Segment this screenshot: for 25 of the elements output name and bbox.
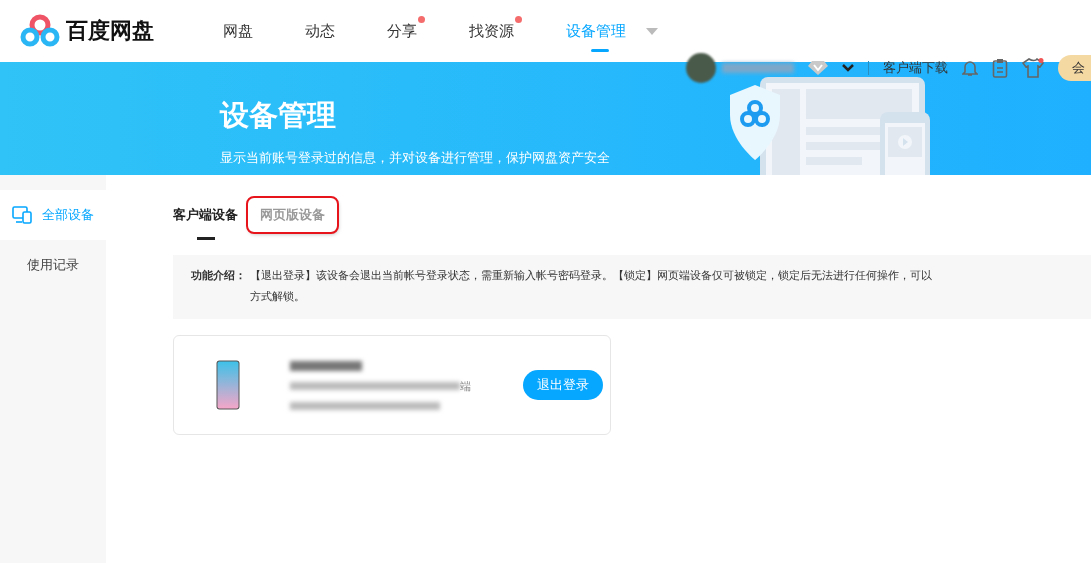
app-name: 百度网盘 (66, 17, 154, 45)
nav-tab[interactable]: 网盘 (223, 0, 261, 62)
client-download-link[interactable]: 客户端下载 (883, 59, 948, 77)
notice-label: 功能介绍： (191, 268, 246, 284)
sidebar-item[interactable]: 使用记录 (0, 240, 106, 290)
blurred-username (722, 63, 794, 73)
chevron-down-icon[interactable] (842, 64, 854, 72)
nav-tab[interactable]: 分享 (387, 0, 425, 62)
device-detail-text: 端 (460, 378, 471, 394)
phone-icon (216, 360, 240, 410)
banner-title: 设备管理 (220, 97, 337, 134)
member-button[interactable]: 会 (1058, 55, 1091, 81)
avatar[interactable] (686, 53, 716, 83)
blurred-device-name (290, 360, 362, 371)
notice-text: 【退出登录】该设备会退出当前帐号登录状态，需重新输入帐号密码登录。【锁定】网页端设备仅可被锁定，锁定后无法进行任何操作，可以 (250, 268, 932, 284)
notice-text: 方式解锁。 (250, 289, 306, 305)
banner-subtitle: 显示当前账号登录过的信息，并对设备进行管理，保护网盘资产安全 (220, 150, 610, 167)
nav-tab[interactable]: 动态 (305, 0, 343, 62)
shirt-icon[interactable] (1022, 58, 1044, 78)
devices-icon (12, 206, 32, 224)
nav-tab[interactable]: 找资源 (469, 0, 522, 62)
tab[interactable]: 客户端设备 (173, 206, 238, 240)
logo-icon (20, 14, 60, 48)
bell-icon[interactable] (962, 59, 978, 77)
clipboard-icon[interactable] (992, 58, 1008, 78)
